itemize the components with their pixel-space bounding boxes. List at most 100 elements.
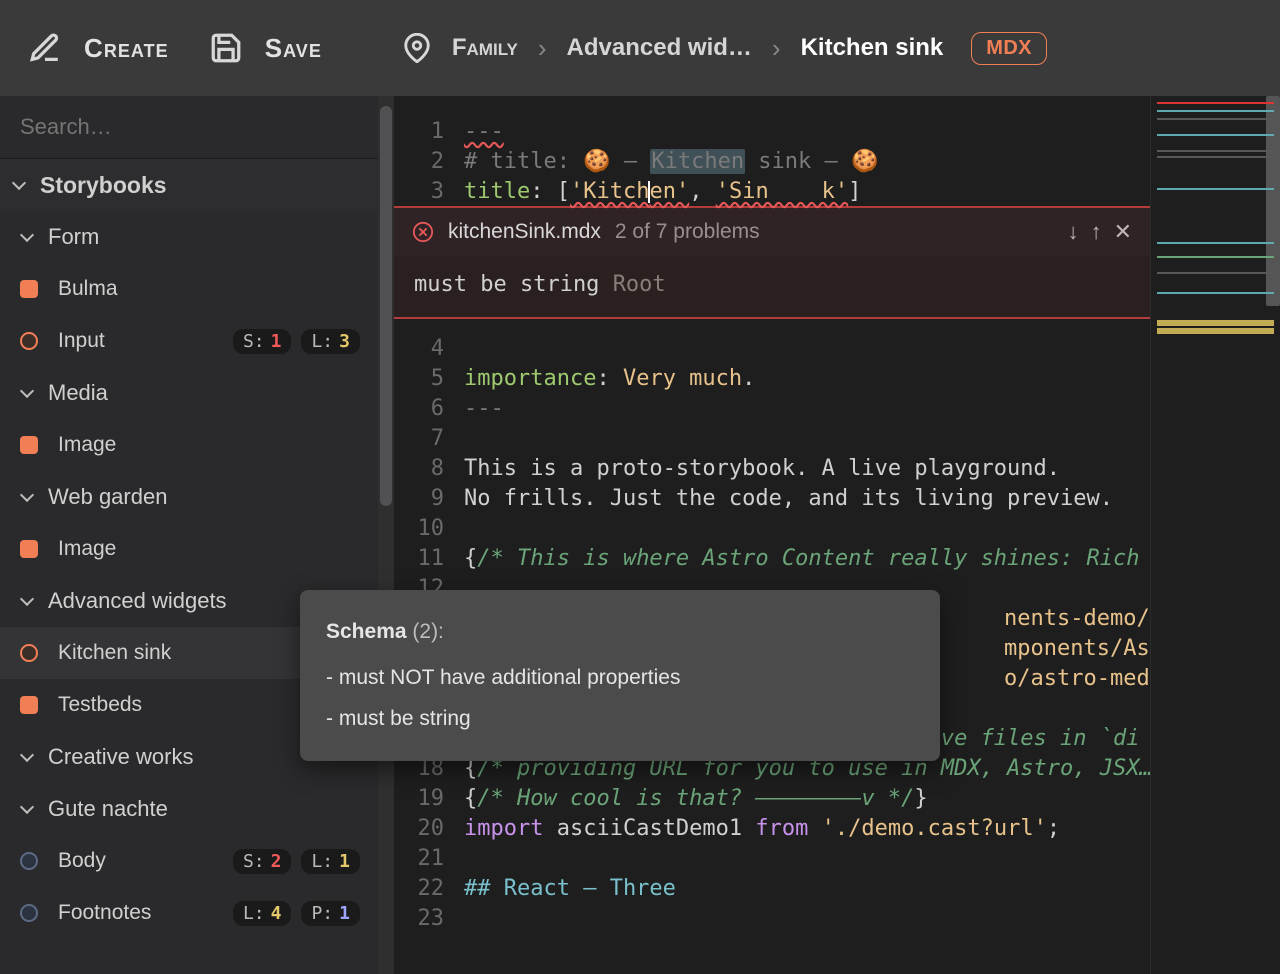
sidebar-group-label: Form [48,224,360,250]
bullet-icon [20,644,38,662]
meta-pill: L:3 [301,329,360,354]
crumb-mid[interactable]: Advanced wid… [567,34,752,62]
line-number: 1 [394,119,464,144]
code-line[interactable]: 9No frills. Just the code, and its livin… [394,483,1150,513]
code-text: ## React — Three [464,876,676,901]
crumb-leaf[interactable]: Kitchen sink [801,34,944,62]
save-label: Save [265,33,322,64]
code-line[interactable]: 20import asciiCastDemo1 from './demo.cas… [394,813,1150,843]
problems-message-trail: Root [613,272,666,297]
problems-message-main: must be string [414,272,613,297]
chevron-down-icon [20,748,34,762]
breadcrumb: Family › Advanced wid… › Kitchen sink MD… [402,32,1047,65]
chevron-down-icon [20,384,34,398]
sidebar-group[interactable]: Web garden [0,471,378,523]
line-number: 20 [394,816,464,841]
location-icon [402,33,432,63]
code-line[interactable]: 22## React — Three [394,873,1150,903]
code-line[interactable]: 21 [394,843,1150,873]
line-number: 7 [394,426,464,451]
chevron-down-icon [20,488,34,502]
meta-pill: L:4 [233,901,292,926]
search-input[interactable] [0,96,378,158]
chevron-right-icon: › [538,33,547,64]
line-number: 11 [394,546,464,571]
tooltip-line: - must be string [326,701,914,737]
code-line[interactable]: 6--- [394,393,1150,423]
code-line[interactable]: 7 [394,423,1150,453]
code-text: # title: 🍪 — Kitchen sink — 🍪 [464,149,878,174]
sidebar-item-meta: L:4P:1 [233,901,360,926]
line-number: 4 [394,336,464,361]
line-number: 5 [394,366,464,391]
code-line[interactable]: 2# title: 🍪 — Kitchen sink — 🍪 [394,146,1150,176]
code-line[interactable]: 5importance: Very much. [394,363,1150,393]
code-line[interactable]: 1--- [394,116,1150,146]
sidebar-group[interactable]: Media [0,367,378,419]
code-line[interactable]: 23 [394,903,1150,933]
line-number: 3 [394,179,464,204]
crumb-root[interactable]: Family [452,34,518,62]
code-line[interactable]: 4 [394,333,1150,363]
sidebar-section-storybooks[interactable]: Storybooks [0,159,378,211]
code-text: {/* How cool is that? ————————v */} [464,786,928,811]
sidebar-group-label: Media [48,380,360,406]
problems-message: must be string Root [394,256,1150,317]
sidebar-item-meta: S:1 L:3 [233,329,360,354]
schema-tooltip: Schema (2): - must NOT have additional p… [300,590,940,761]
problems-prev-button[interactable]: ↑ [1091,219,1102,245]
code-text: title: ['Kitchen', 'Sin k'] [464,179,861,204]
tooltip-count: (2): [412,620,444,643]
code-editor[interactable]: 1---2# title: 🍪 — Kitchen sink — 🍪3title… [394,96,1150,974]
minimap-scrollbar-thumb[interactable] [1266,96,1280,306]
bullet-icon [20,852,38,870]
sidebar-item-label: Image [58,433,360,457]
problems-panel: kitchenSink.mdx 2 of 7 problems ↓ ↑ ✕ mu… [394,206,1150,319]
filetype-badge: MDX [971,32,1047,65]
chevron-down-icon [20,228,34,242]
code-line[interactable]: 11{/* This is where Astro Content really… [394,543,1150,573]
code-line[interactable]: 19{/* How cool is that? ————————v */} [394,783,1150,813]
save-button[interactable]: Save [209,31,322,65]
problems-next-button[interactable]: ↓ [1068,219,1079,245]
sidebar-item[interactable]: BodyS:2L:1 [0,835,378,887]
sidebar-group[interactable]: Gute nachte [0,783,378,835]
meta-pill: S:1 [233,329,292,354]
tooltip-line: - must NOT have additional properties [326,660,914,696]
sidebar-group[interactable]: Form [0,211,378,263]
sidebar-scrollbar[interactable] [378,96,394,974]
problems-file: kitchenSink.mdx [448,220,601,244]
bullet-icon [20,332,38,350]
toolbar: Create Save Family › Advanced wid… › Kit… [0,0,1280,96]
sidebar-item[interactable]: FootnotesL:4P:1 [0,887,378,939]
line-number: 21 [394,846,464,871]
code-line[interactable]: 8This is a proto-storybook. A live playg… [394,453,1150,483]
line-number: 2 [394,149,464,174]
create-label: Create [84,33,169,64]
line-number: 19 [394,786,464,811]
problems-close-button[interactable]: ✕ [1114,219,1132,245]
sidebar-item-label: Image [58,537,360,561]
bullet-icon [20,904,38,922]
tooltip-title: Schema [326,620,407,643]
sidebar-item[interactable]: Image [0,419,378,471]
bullet-icon [20,280,38,298]
code-text: --- [464,396,504,421]
sidebar-item[interactable]: Bulma [0,263,378,315]
sidebar-item-label: Footnotes [58,901,233,925]
sidebar-group-label: Web garden [48,484,360,510]
sidebar-item[interactable]: InputS:1L:3 [0,315,378,367]
code-text: No frills. Just the code, and its living… [464,486,1113,511]
line-number: 10 [394,516,464,541]
code-line[interactable]: 10 [394,513,1150,543]
create-button[interactable]: Create [28,31,169,65]
chevron-right-icon: › [772,33,781,64]
sidebar-item[interactable]: Image [0,523,378,575]
scrollbar-thumb[interactable] [380,106,392,506]
minimap[interactable] [1150,96,1280,974]
error-icon [412,221,434,243]
chevron-down-icon [12,176,26,190]
code-line[interactable]: 3title: ['Kitchen', 'Sin k'] [394,176,1150,206]
sidebar: Storybooks FormBulmaInputS:1L:3MediaImag… [0,96,378,974]
line-number: 22 [394,876,464,901]
